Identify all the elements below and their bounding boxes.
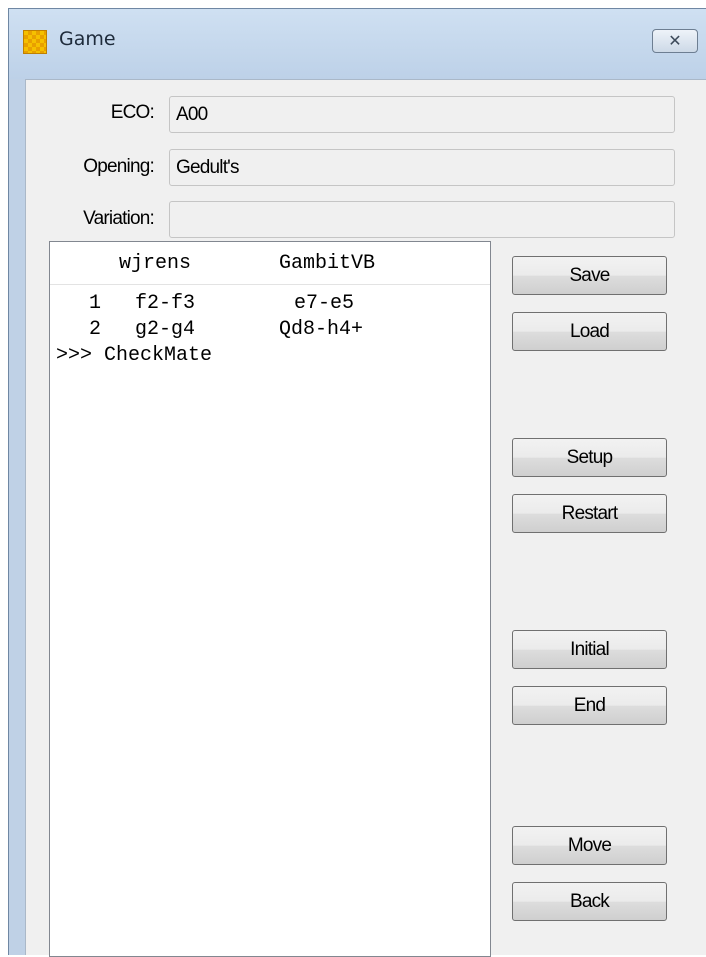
chessboard-icon (23, 30, 47, 54)
black-move: Qd8-h4+ (279, 318, 364, 341)
move-number: 1 (89, 292, 102, 315)
load-button[interactable]: Load (512, 312, 667, 351)
opening-label: Opening: (83, 156, 155, 177)
white-move: f2-f3 (135, 292, 196, 315)
variation-label: Variation: (83, 208, 155, 229)
setup-button[interactable]: Setup (512, 438, 667, 477)
variation-field[interactable] (169, 201, 675, 238)
white-player-name: wjrens (119, 252, 192, 275)
window-title: Game (59, 28, 116, 50)
client-area: ECO: A00 Opening: Gedult's Variation: wj… (25, 79, 706, 957)
move-button[interactable]: Move (512, 826, 667, 865)
save-button[interactable]: Save (512, 256, 667, 295)
move-number: 2 (89, 318, 102, 341)
move-list-header: wjrens GambitVB (50, 242, 490, 285)
game-result: >>> CheckMate (56, 344, 213, 367)
title-bar[interactable]: Game ✕ (9, 9, 706, 79)
initial-button[interactable]: Initial (512, 630, 667, 669)
eco-field[interactable]: A00 (169, 96, 675, 133)
back-button[interactable]: Back (512, 882, 667, 921)
opening-field[interactable]: Gedult's (169, 149, 675, 186)
eco-label: ECO: (110, 102, 155, 123)
end-button[interactable]: End (512, 686, 667, 725)
restart-button[interactable]: Restart (512, 494, 667, 533)
black-move: e7-e5 (294, 292, 355, 315)
game-window: Game ✕ ECO: A00 Opening: Gedult's Variat… (8, 8, 706, 957)
close-button[interactable]: ✕ (652, 29, 698, 53)
black-player-name: GambitVB (279, 252, 376, 275)
move-list[interactable]: wjrens GambitVB 1 f2-f3 e7-e5 2 g2-g4 Qd… (49, 241, 491, 957)
white-move: g2-g4 (135, 318, 196, 341)
